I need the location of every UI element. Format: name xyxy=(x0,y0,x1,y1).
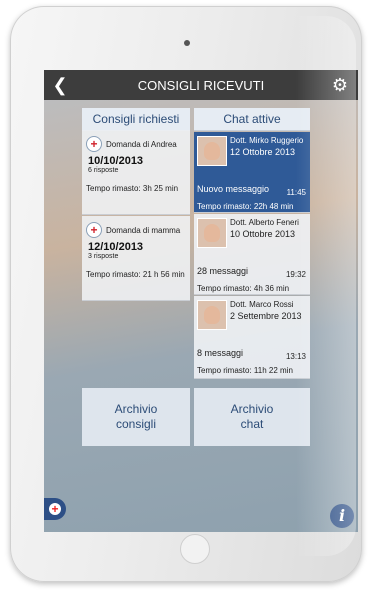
tab-chat-attive[interactable]: Chat attive xyxy=(194,108,310,131)
doctor-name: Dott. Mirko Ruggerio xyxy=(230,136,304,145)
chat-time: 13:13 xyxy=(285,352,306,361)
medical-cross-icon: + xyxy=(86,136,102,152)
chat-item[interactable]: Dott. Marco Rossi 2 Settembre 2013 8 mes… xyxy=(194,296,310,379)
advice-label: Domanda di Andrea xyxy=(106,139,177,149)
chat-time: 19:32 xyxy=(285,270,306,279)
advice-answers: 3 risposte xyxy=(88,253,119,260)
advice-card[interactable]: + Domanda di mamma 12/10/2013 3 risposte… xyxy=(82,216,190,301)
advice-date: 10/10/2013 xyxy=(88,155,144,167)
active-chats-panel: Chat attive Dott. Mirko Ruggerio 12 Otto… xyxy=(194,108,310,379)
advice-date: 12/10/2013 xyxy=(88,241,144,253)
page-title: CONSIGLI RICEVUTI xyxy=(137,77,265,93)
doctor-name: Dott. Alberto Feneri xyxy=(230,218,299,227)
chevron-left-icon[interactable]: ❮ xyxy=(50,75,70,95)
camera xyxy=(184,40,190,46)
chat-item[interactable]: Dott. Alberto Feneri 10 Ottobre 2013 28 … xyxy=(194,214,310,295)
info-icon[interactable]: i xyxy=(330,504,354,528)
chat-item[interactable]: Dott. Mirko Ruggerio 12 Ottobre 2013 Nuo… xyxy=(194,132,310,213)
archive-advice-button[interactable]: Archivio consigli xyxy=(82,388,190,446)
avatar xyxy=(197,136,227,166)
requested-advice-panel: Consigli richiesti + Domanda di Andrea 1… xyxy=(82,108,190,378)
medical-cross-icon: + xyxy=(86,222,102,238)
doctor-name: Dott. Marco Rossi xyxy=(230,300,294,309)
tablet-device: ❮ CONSIGLI RICEVUTI ⚙ Consigli richiesti… xyxy=(10,6,362,582)
advice-answers: 6 risposte xyxy=(88,167,119,174)
medical-cross-icon[interactable]: + xyxy=(44,498,66,520)
chat-remaining: Tempo rimasto: 11h 22 min xyxy=(197,366,293,375)
chat-time: 11:45 xyxy=(286,188,306,197)
chat-date: 2 Settembre 2013 xyxy=(230,311,302,321)
header-bar: ❮ CONSIGLI RICEVUTI ⚙ xyxy=(44,70,358,100)
advice-card[interactable]: + Domanda di Andrea 10/10/2013 6 rispost… xyxy=(82,130,190,215)
advice-remaining: Tempo rimasto: 21 h 56 min xyxy=(86,270,185,279)
chat-messages: Nuovo messaggio xyxy=(197,184,270,194)
chat-remaining: Tempo rimasto: 22h 48 min xyxy=(197,202,294,211)
home-button[interactable] xyxy=(180,534,210,564)
avatar xyxy=(197,218,227,248)
gear-icon[interactable]: ⚙ xyxy=(330,75,350,95)
chat-messages: 28 messaggi xyxy=(197,266,249,276)
advice-remaining: Tempo rimasto: 3h 25 min xyxy=(86,184,179,193)
app-screen: ❮ CONSIGLI RICEVUTI ⚙ Consigli richiesti… xyxy=(44,70,358,532)
archive-chat-button[interactable]: Archivio chat xyxy=(194,388,310,446)
tab-consigli-richiesti[interactable]: Consigli richiesti xyxy=(82,108,190,131)
chat-remaining: Tempo rimasto: 4h 36 min xyxy=(197,284,290,293)
chat-date: 12 Ottobre 2013 xyxy=(230,147,296,157)
chat-messages: 8 messaggi xyxy=(197,348,244,358)
chat-date: 10 Ottobre 2013 xyxy=(230,229,296,239)
advice-label: Domanda di mamma xyxy=(106,225,181,235)
avatar xyxy=(197,300,227,330)
